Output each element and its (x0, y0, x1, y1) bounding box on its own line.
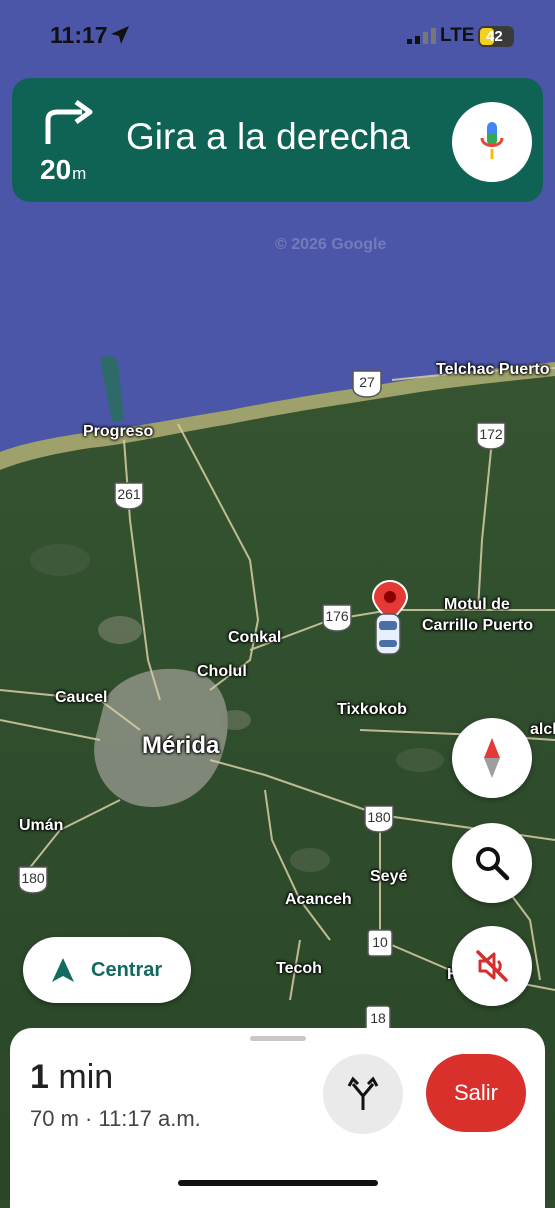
route-shield: 172 (474, 420, 508, 450)
mute-button[interactable] (452, 926, 532, 1006)
trip-details: 70 m · 11:17 a.m. (30, 1106, 201, 1131)
battery-level: 42 (486, 28, 503, 45)
status-bar: 11:17 LTE 42 (0, 0, 555, 70)
route-shield: 180 (16, 864, 50, 894)
microphone-icon (480, 122, 504, 159)
route-shield: 10 (366, 928, 394, 958)
turn-right-icon (45, 100, 93, 144)
place-label-city: Mérida (142, 732, 220, 759)
place-label: Carrillo Puerto (422, 617, 534, 634)
place-label: Acanceh (285, 891, 352, 908)
place-label: Tecoh (276, 960, 322, 977)
network-type: LTE (440, 25, 475, 46)
drag-handle[interactable] (250, 1036, 306, 1041)
clock: 11:17 (50, 22, 108, 48)
alternate-routes-button[interactable] (323, 1054, 403, 1134)
recenter-label: Centrar (91, 959, 163, 981)
exit-navigation-button[interactable]: Salir (426, 1054, 526, 1132)
place-label: Telchac Puerto (436, 361, 550, 378)
battery-icon: 42 (478, 26, 514, 47)
search-icon (476, 847, 510, 881)
recenter-button[interactable]: Centrar (23, 937, 191, 1003)
turn-instruction: Gira a la derecha (126, 116, 410, 157)
place-label: alche (530, 721, 555, 738)
place-label: Cholul (197, 663, 247, 680)
place-label: Conkal (228, 629, 282, 646)
location-arrow-icon (111, 26, 129, 44)
signal-icon (407, 28, 436, 44)
eta-duration: 1 min (30, 1058, 114, 1096)
place-label: Progreso (83, 423, 154, 440)
vehicle-icon (375, 613, 401, 655)
place-label: Umán (19, 817, 64, 834)
turn-distance: 20m (40, 154, 87, 185)
compass-button[interactable] (452, 718, 532, 798)
route-shield: 261 (112, 480, 146, 510)
home-indicator[interactable] (178, 1180, 378, 1186)
route-shield: 27 (350, 368, 384, 398)
place-label: Motul de (444, 596, 510, 613)
navigation-arrow-icon (52, 958, 74, 982)
place-label: Tixkokob (337, 701, 407, 718)
muted-speaker-icon (476, 950, 508, 982)
place-label: Caucel (55, 689, 108, 706)
place-label: Seyé (370, 868, 408, 885)
voice-search-button[interactable] (452, 102, 532, 182)
map-attribution: © 2026 Google (275, 236, 387, 253)
route-shield: 176 (320, 602, 354, 632)
turn-instruction-card[interactable]: 20m Gira a la derecha (12, 78, 543, 202)
route-fork-icon (347, 1076, 379, 1110)
compass-icon (484, 738, 500, 778)
route-shield: 180 (362, 803, 396, 833)
search-button[interactable] (452, 823, 532, 903)
